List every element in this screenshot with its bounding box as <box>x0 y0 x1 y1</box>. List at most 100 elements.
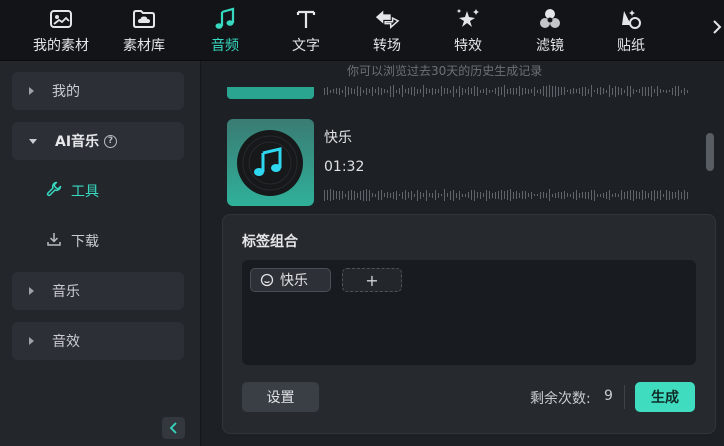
waveform-bar <box>345 193 346 197</box>
waveform-bar <box>669 190 670 200</box>
waveform-bar <box>390 192 391 198</box>
tag-combination-panel: 标签组合 快乐 + 设置 剩余次数: 9 生成 <box>222 214 716 434</box>
waveform-bar <box>591 85 592 97</box>
waveform-bar <box>399 194 400 196</box>
waveform-bar <box>618 193 619 197</box>
waveform-bar <box>642 86 643 96</box>
waveform-bar <box>423 193 424 197</box>
waveform-bar <box>471 190 472 200</box>
waveform-bar <box>354 190 355 200</box>
waveform-bar <box>624 191 625 199</box>
sidebar-item-music[interactable]: 音乐 <box>12 272 184 310</box>
waveform-bar <box>654 89 655 93</box>
waveform-bar <box>672 191 673 199</box>
sidebar-subitem-download[interactable]: 下载 <box>46 229 99 253</box>
waveform-bar <box>603 88 604 94</box>
generate-button[interactable]: 生成 <box>635 382 695 412</box>
waveform-bar <box>642 190 643 200</box>
waveform-bar <box>468 87 469 95</box>
waveform-bar <box>375 89 376 93</box>
waveform-bar <box>372 193 373 197</box>
caret-right-icon <box>29 87 34 95</box>
waveform-bar <box>636 191 637 199</box>
tab-audio[interactable]: 音频 <box>208 0 242 61</box>
sidebar-item-mine[interactable]: 我的 <box>12 72 184 110</box>
waveform-bar <box>360 190 361 200</box>
add-tag-button[interactable]: + <box>342 268 402 292</box>
sidebar-item-sound-effects[interactable]: 音效 <box>12 322 184 360</box>
tab-effects[interactable]: 特效 <box>451 0 485 61</box>
tab-transition[interactable]: 转场 <box>370 0 404 61</box>
track-thumbnail[interactable] <box>227 119 314 206</box>
sparkle-star-icon <box>455 6 481 32</box>
tag-box: 快乐 + <box>242 260 696 365</box>
waveform-bar <box>576 190 577 200</box>
tab-text[interactable]: 文字 <box>289 0 323 61</box>
waveform-bar <box>648 86 649 96</box>
filter-circles-icon <box>537 6 563 32</box>
waveform-bar <box>417 189 418 201</box>
scrollbar-thumb[interactable] <box>706 133 714 171</box>
waveform-bar <box>369 189 370 201</box>
waveform-bar <box>564 191 565 199</box>
waveform-bar <box>669 90 670 92</box>
waveform-bar <box>567 90 568 92</box>
waveform-bar <box>441 86 442 96</box>
waveform-bar <box>330 89 331 93</box>
sidebar-item-ai-music[interactable]: AI音乐 ? <box>12 122 184 160</box>
waveform-bar <box>495 191 496 199</box>
waveform-bar <box>687 191 688 199</box>
waveform-bar <box>363 189 364 201</box>
sidebar-subitem-label: 下载 <box>71 234 99 250</box>
waveform-bar <box>336 88 337 94</box>
waveform-bar <box>663 90 664 92</box>
waveform-bar <box>498 191 499 199</box>
tab-label: 转场 <box>373 38 401 54</box>
waveform-bar <box>459 190 460 200</box>
tab-stickers[interactable]: 贴纸 <box>614 0 648 61</box>
waveform-bar <box>507 88 508 94</box>
waveform-bar <box>414 193 415 197</box>
tab-my-assets[interactable]: 我的素材 <box>31 0 91 61</box>
waveform-bar <box>423 85 424 97</box>
settings-button[interactable]: 设置 <box>242 382 319 412</box>
waveform-bar <box>348 87 349 95</box>
chevron-right-icon[interactable] <box>710 16 724 38</box>
track-waveform[interactable] <box>324 188 688 202</box>
collapse-sidebar-button[interactable] <box>162 417 185 439</box>
waveform-bar <box>345 85 346 97</box>
waveform-bar <box>441 194 442 196</box>
waveform-bar <box>435 190 436 200</box>
download-icon <box>46 231 62 251</box>
waveform-bar <box>627 191 628 199</box>
tab-filters[interactable]: 滤镜 <box>533 0 567 61</box>
waveform-bar <box>402 85 403 97</box>
waveform-bar <box>483 193 484 197</box>
waveform-bar <box>678 86 679 96</box>
waveform-bar <box>594 189 595 201</box>
waveform-bar <box>327 87 328 95</box>
waveform-bar <box>609 85 610 97</box>
waveform-bar <box>558 86 559 96</box>
waveform-bar <box>549 85 550 97</box>
tab-asset-library[interactable]: 素材库 <box>120 0 168 61</box>
waveform-bar <box>660 89 661 93</box>
help-icon[interactable]: ? <box>104 134 118 148</box>
waveform-bar <box>612 193 613 197</box>
previous-track-waveform[interactable] <box>324 84 688 98</box>
waveform-bar <box>366 87 367 95</box>
waveform-bar <box>429 193 430 197</box>
waveform-bar <box>537 89 538 93</box>
waveform-bar <box>435 88 436 94</box>
waveform-bar <box>375 193 376 197</box>
waveform-bar <box>396 190 397 200</box>
waveform-bar <box>582 86 583 96</box>
waveform-bar <box>408 88 409 94</box>
sidebar-subitem-tools[interactable]: 工具 <box>46 179 99 203</box>
previous-track-thumbnail[interactable] <box>227 87 314 99</box>
waveform-bar <box>558 192 559 198</box>
track-name: 快乐 <box>324 130 352 146</box>
waveform-bar <box>666 89 667 93</box>
tag-chip[interactable]: 快乐 <box>250 268 331 292</box>
waveform-bar <box>462 193 463 197</box>
